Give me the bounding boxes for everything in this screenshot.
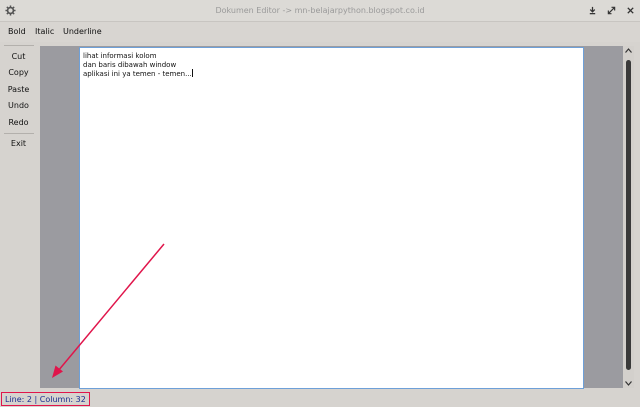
exit-button[interactable]: Exit	[0, 139, 37, 148]
toolbar-separator	[4, 133, 34, 134]
redo-button[interactable]: Redo	[0, 118, 37, 127]
cursor-position-status: Line: 2 | Column: 32	[1, 392, 90, 406]
italic-menu[interactable]: Italic	[35, 27, 54, 36]
underline-menu[interactable]: Underline	[63, 27, 102, 36]
editor-line: aplikasi ini ya temen - temen...	[83, 70, 192, 78]
copy-button[interactable]: Copy	[0, 68, 37, 77]
maximize-icon[interactable]	[607, 6, 616, 15]
editor-content[interactable]: lihat informasi kolom dan baris dibawah …	[83, 52, 193, 79]
scroll-down-icon[interactable]	[625, 381, 632, 386]
vertical-scrollbar[interactable]	[623, 46, 634, 388]
editor-area: lihat informasi kolom dan baris dibawah …	[40, 46, 623, 389]
editor-line: dan baris dibawah window	[83, 60, 177, 69]
status-bar: Line: 2 | Column: 32	[0, 391, 640, 407]
paste-button[interactable]: Paste	[0, 85, 37, 94]
scroll-up-icon[interactable]	[625, 48, 632, 53]
undo-button[interactable]: Undo	[0, 101, 37, 110]
text-caret	[191, 69, 193, 77]
editor-line: lihat informasi kolom	[83, 52, 157, 60]
bold-menu[interactable]: Bold	[8, 27, 26, 36]
minimize-icon[interactable]	[588, 6, 597, 15]
menu-bar: Bold Italic Underline	[0, 22, 640, 42]
title-bar: Dokumen Editor -> mn-belajarpython.blogs…	[0, 0, 640, 22]
cut-button[interactable]: Cut	[0, 52, 37, 61]
close-icon[interactable]	[626, 6, 635, 15]
scrollbar-thumb[interactable]	[626, 60, 631, 370]
toolbar-separator	[4, 45, 34, 46]
window-title: Dokumen Editor -> mn-belajarpython.blogs…	[215, 6, 425, 15]
edit-toolbar: Cut Copy Paste Undo Redo Exit	[0, 44, 37, 390]
text-editor[interactable]: lihat informasi kolom dan baris dibawah …	[79, 47, 584, 389]
